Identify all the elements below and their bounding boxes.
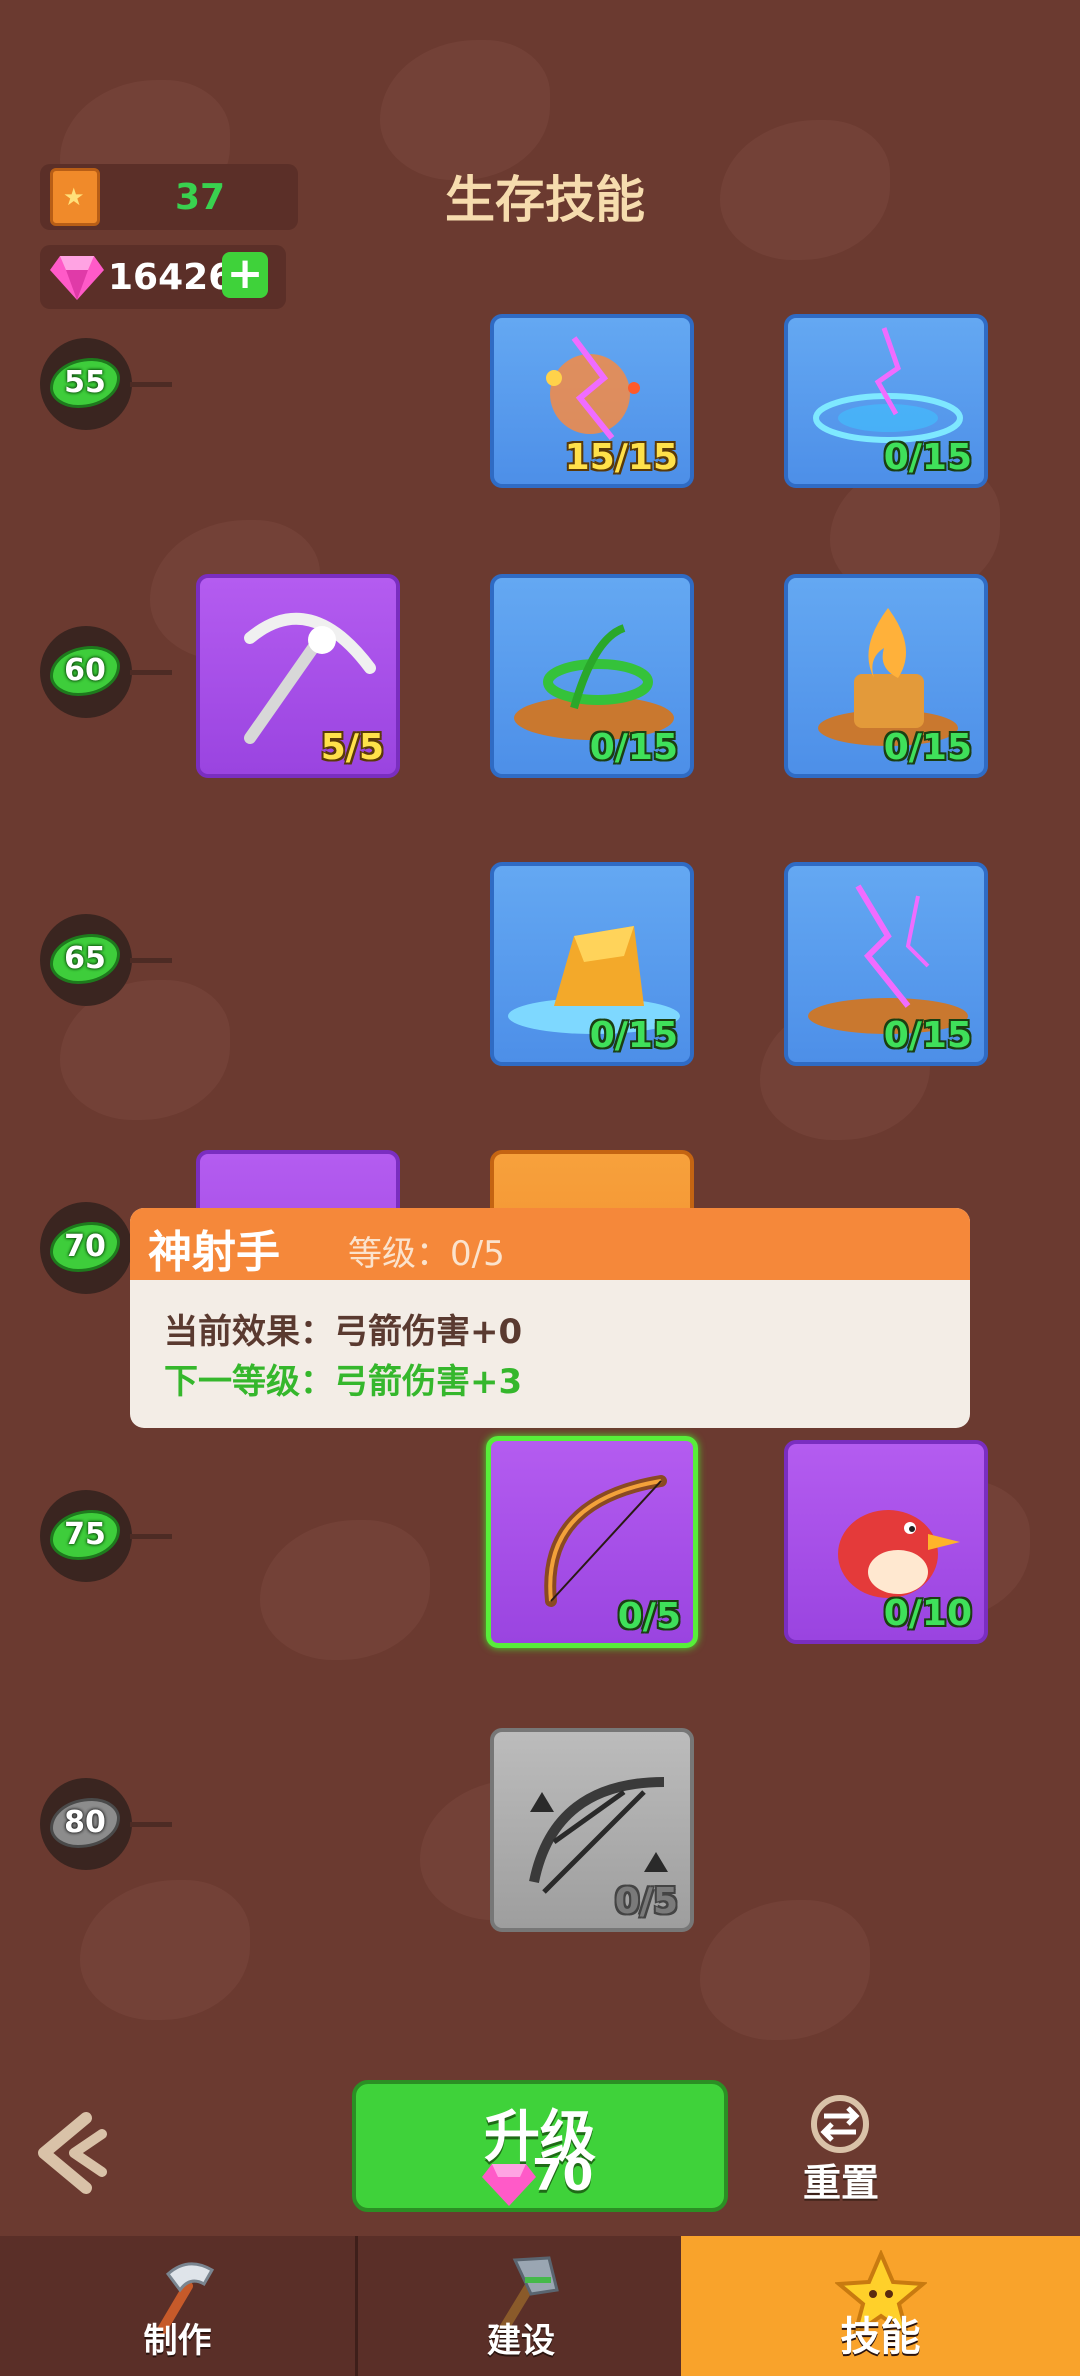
skill-card-pickaxe[interactable]: 5/5 [196,574,400,778]
level-marker-55: 55 [40,338,132,430]
skill-count: 0/15 [883,1015,972,1056]
skill-count: 0/5 [614,1881,678,1922]
tooltip-next-effect: 下一等级：弓箭伤害+3 [164,1362,523,1402]
level-marker-75: 75 [40,1490,132,1582]
skill-card-vine[interactable]: 0/15 [490,574,694,778]
page-title: 生存技能 [445,171,645,229]
skill-count: 0/15 [883,437,972,478]
leaf-icon: 75 [50,1510,120,1560]
gem-count: 16426 [108,257,234,298]
back-arrow-icon[interactable] [30,2108,110,2198]
skill-count: 5/5 [320,727,384,768]
level-line [130,670,172,675]
tab-craft[interactable]: 制作 [0,2236,358,2376]
plus-icon: + [226,248,264,299]
level-marker-80: 80 [40,1778,132,1870]
skill-card-fire-lightning[interactable]: 15/15 [490,314,694,488]
bottom-tab-bar: 制作 建设 技能 [0,2236,1080,2376]
tab-build[interactable]: 建设 [361,2236,681,2376]
skill-card-water-rock[interactable]: 0/15 [490,862,694,1066]
skill-count: 0/15 [589,1015,678,1056]
upgrade-button[interactable]: 升级 70 [352,2080,728,2212]
tooltip-current-effect: 当前效果：弓箭伤害+0 [164,1312,523,1352]
level-line [130,1822,172,1827]
upgrade-cost: 70 [532,2150,594,2201]
skill-count: 0/15 [883,727,972,768]
leaf-icon: 70 [50,1222,120,1272]
book-count: 37 [174,177,226,218]
skill-tooltip: 神射手 等级：0/5 当前效果：弓箭伤害+0 下一等级：弓箭伤害+3 [130,1208,970,1428]
tooltip-skill-name: 神射手 [148,1227,280,1278]
level-line [130,382,172,387]
tab-label: 技能 [840,2314,921,2360]
skill-card-bow[interactable]: 0/5 [486,1436,698,1648]
reset-label: 重置 [802,2161,879,2205]
leaf-icon: 60 [50,646,120,696]
skill-card-campfire[interactable]: 0/15 [784,574,988,778]
level-marker-65: 65 [40,914,132,1006]
pink-gem-icon [50,256,104,300]
skill-card-lightning-ground[interactable]: 0/15 [784,862,988,1066]
skill-card-multi-bow-locked[interactable]: 0/5 [490,1728,694,1932]
tab-label: 建设 [487,2321,555,2361]
add-gems-button[interactable]: + [222,252,268,298]
skill-card-red-bird[interactable]: 0/10 [784,1440,988,1644]
skill-count: 0/5 [617,1596,681,1637]
tab-label: 制作 [143,2321,212,2361]
leaf-icon: 65 [50,934,120,984]
reset-button[interactable]: 重置 [788,2094,894,2205]
tab-skills[interactable]: 技能 [681,2236,1080,2376]
level-line [130,1534,172,1539]
skill-count: 0/15 [589,727,678,768]
star-book-icon [50,168,100,226]
skill-count: 15/15 [564,437,678,478]
level-marker-70: 70 [40,1202,132,1294]
tooltip-level: 等级：0/5 [348,1234,505,1274]
pink-gem-icon [482,2164,536,2206]
level-line [130,958,172,963]
locked-leaf-icon: 80 [50,1798,120,1848]
skill-count: 0/10 [883,1593,972,1634]
level-marker-60: 60 [40,626,132,718]
leaf-icon: 55 [50,358,120,408]
skill-card-lightning-ring[interactable]: 0/15 [784,314,988,488]
swap-arrows-icon [811,2095,869,2153]
